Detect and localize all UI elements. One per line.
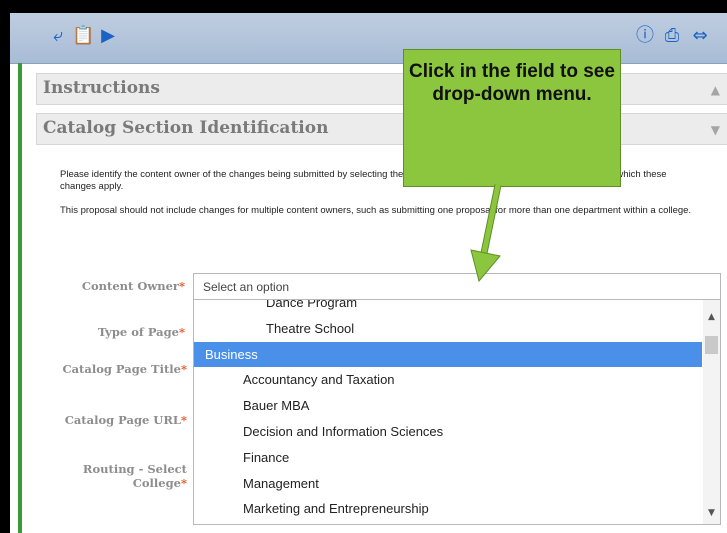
content-owner-dropdown[interactable]: Dance Program Theatre School Business Accou… (193, 299, 721, 525)
dropdown-option[interactable]: Marketing and Entrepreneurship (194, 496, 702, 521)
print-icon[interactable]: ⎙ (662, 26, 682, 46)
clipboard-icon[interactable]: 📋 (72, 26, 94, 46)
play-icon[interactable]: ▶ (98, 26, 118, 46)
info-icon[interactable]: ⓘ (635, 26, 655, 46)
section-instructions[interactable]: Instructions ▲ (36, 73, 727, 105)
scroll-down-icon[interactable]: ▼ (703, 506, 720, 520)
intro-paragraph-2: This proposal should not include changes… (60, 205, 692, 216)
section-title: Catalog Section Identification (43, 118, 329, 138)
section-catalog-identification[interactable]: Catalog Section Identification ▼ (36, 113, 727, 145)
scroll-up-icon[interactable]: ▲ (703, 310, 720, 324)
catalog-page-url-label: Catalog Page URL* (64, 413, 187, 427)
dropdown-option[interactable]: Accountancy and Taxation (194, 367, 702, 392)
dropdown-option[interactable]: Dance Program (194, 300, 702, 315)
expand-horizontal-icon[interactable]: ⇔ (690, 26, 710, 46)
dropdown-option-selected[interactable]: Business (194, 341, 702, 367)
chevron-down-icon[interactable]: ▼ (711, 123, 720, 137)
type-of-page-label: Type of Page* (97, 325, 185, 339)
dropdown-option[interactable]: Theatre School (194, 316, 702, 341)
routing-select-college-label: Routing - Select College* (82, 462, 187, 490)
arrow-down-right-icon[interactable]: ⤶ (48, 26, 68, 46)
chevron-up-icon[interactable]: ▲ (711, 83, 720, 97)
dropdown-option[interactable]: Finance (194, 445, 702, 470)
dropdown-option[interactable]: Management (194, 471, 702, 496)
dropdown-option[interactable]: Decision and Information Sciences (194, 419, 702, 444)
dropdown-scrollbar[interactable]: ▲ ▼ (703, 300, 720, 524)
callout-text: Click in the field to see drop-down menu… (409, 61, 615, 105)
content-owner-label: Content Owner* (81, 279, 185, 293)
left-accent-bar (18, 63, 22, 533)
catalog-page-title-label: Catalog Page Title* (62, 362, 187, 376)
dropdown-option[interactable]: Bauer MBA (194, 393, 702, 418)
section-title: Instructions (43, 78, 160, 98)
instruction-callout: Click in the field to see drop-down menu… (403, 49, 621, 187)
proposal-window: ⤶ 📋 ▶ ⓘ ⎙ ⇔ Instructions ▲ Catalog Secti… (10, 13, 727, 533)
content-owner-select[interactable]: Select an option (193, 273, 721, 301)
select-placeholder: Select an option (203, 280, 290, 294)
scroll-thumb[interactable] (705, 336, 718, 354)
